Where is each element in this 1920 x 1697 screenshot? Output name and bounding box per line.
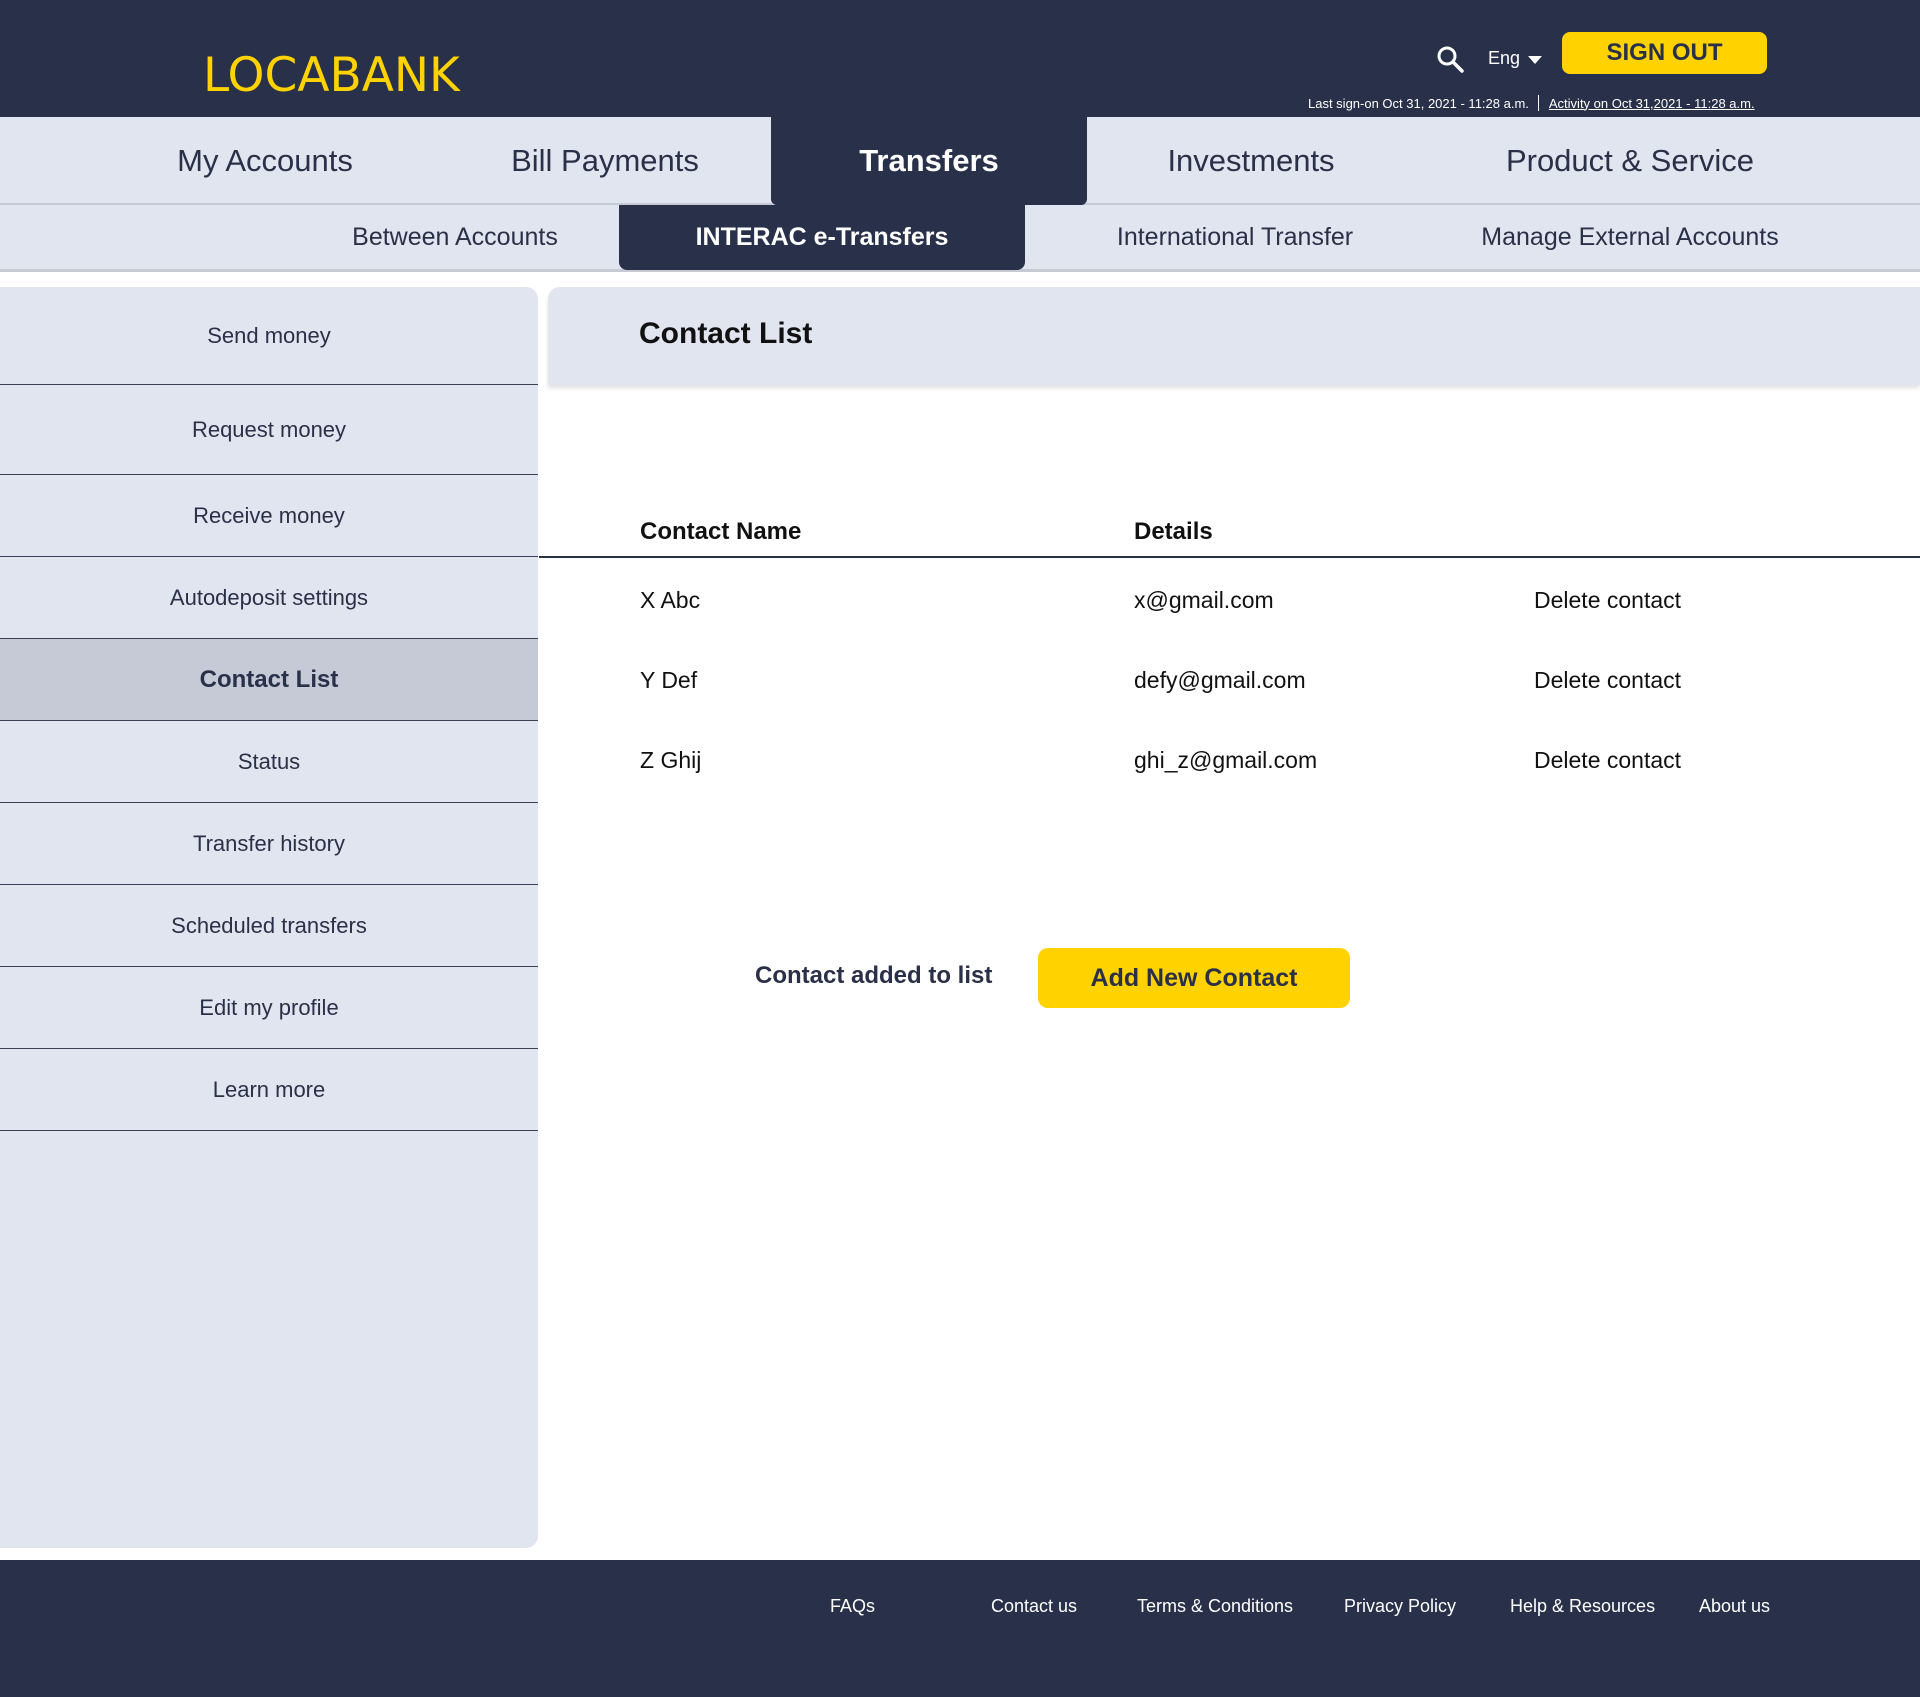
sub-nav: Between Accounts INTERAC e-Transfers Int… bbox=[0, 205, 1920, 272]
tab-bill-payments[interactable]: Bill Payments bbox=[440, 117, 770, 205]
sidebar-item-learn-more[interactable]: Learn more bbox=[0, 1049, 538, 1131]
bank-logo[interactable]: LOCABANK bbox=[203, 48, 460, 103]
divider bbox=[1537, 95, 1539, 111]
sign-out-button[interactable]: SIGN OUT bbox=[1562, 32, 1767, 74]
contact-details-cell: defy@gmail.com bbox=[1134, 667, 1306, 693]
sidebar-item-contact-list[interactable]: Contact List bbox=[0, 639, 538, 721]
footer-link-contact-us[interactable]: Contact us bbox=[991, 1596, 1077, 1617]
add-new-contact-button[interactable]: Add New Contact bbox=[1038, 948, 1350, 1008]
page: LOCABANK Eng SIGN OUT Last sign-on Oct 3… bbox=[0, 0, 1920, 1697]
sidebar-item-edit-my-profile[interactable]: Edit my profile bbox=[0, 967, 538, 1049]
subtab-interac-e-transfers[interactable]: INTERAC e-Transfers bbox=[619, 205, 1025, 270]
contact-name-cell: Y Def bbox=[640, 667, 698, 693]
main-nav: My Accounts Bill Payments Transfers Inve… bbox=[0, 117, 1920, 205]
footer-link-terms-conditions[interactable]: Terms & Conditions bbox=[1137, 1596, 1293, 1617]
footer-link-faqs[interactable]: FAQs bbox=[830, 1596, 875, 1617]
column-header-details: Details bbox=[1134, 518, 1213, 545]
column-header-contact-name: Contact Name bbox=[640, 518, 802, 545]
sidebar: Send money Request money Receive money A… bbox=[0, 287, 538, 1548]
page-title: Contact List bbox=[639, 317, 813, 350]
delete-contact-button[interactable]: Delete contact bbox=[1534, 587, 1681, 614]
tab-product-service[interactable]: Product & Service bbox=[1450, 117, 1810, 205]
language-label: Eng bbox=[1488, 48, 1521, 68]
sidebar-item-status[interactable]: Status bbox=[0, 721, 538, 803]
search-icon[interactable] bbox=[1435, 44, 1465, 74]
contact-details-cell: ghi_z@gmail.com bbox=[1134, 747, 1318, 773]
sidebar-item-transfer-history[interactable]: Transfer history bbox=[0, 803, 538, 885]
tab-investments[interactable]: Investments bbox=[1100, 117, 1402, 205]
footer-link-privacy-policy[interactable]: Privacy Policy bbox=[1344, 1596, 1456, 1617]
status-message: Contact added to list bbox=[755, 962, 993, 989]
sidebar-item-autodeposit-settings[interactable]: Autodeposit settings bbox=[0, 557, 538, 639]
subtab-between-accounts[interactable]: Between Accounts bbox=[300, 205, 610, 269]
content-header: Contact List bbox=[548, 287, 1920, 385]
last-sign-on-text: Last sign-on Oct 31, 2021 - 11:28 a.m. bbox=[1308, 95, 1529, 111]
footer: FAQs Contact us Terms & Conditions Priva… bbox=[0, 1560, 1920, 1697]
contact-name-cell: Z Ghij bbox=[640, 747, 702, 773]
activity-link[interactable]: Activity on Oct 31,2021 - 11:28 a.m. bbox=[1549, 96, 1755, 111]
sidebar-item-scheduled-transfers[interactable]: Scheduled transfers bbox=[0, 885, 538, 967]
sidebar-item-send-money[interactable]: Send money bbox=[0, 287, 538, 385]
tab-transfers[interactable]: Transfers bbox=[771, 117, 1087, 205]
delete-contact-button[interactable]: Delete contact bbox=[1534, 747, 1681, 774]
sidebar-item-receive-money[interactable]: Receive money bbox=[0, 475, 538, 557]
sidebar-item-request-money[interactable]: Request money bbox=[0, 385, 538, 475]
tab-my-accounts[interactable]: My Accounts bbox=[100, 117, 430, 205]
footer-link-about-us[interactable]: About us bbox=[1699, 1596, 1770, 1617]
language-select[interactable]: Eng bbox=[1488, 48, 1543, 69]
contact-details-cell: x@gmail.com bbox=[1134, 587, 1274, 613]
delete-contact-button[interactable]: Delete contact bbox=[1534, 667, 1681, 694]
footer-link-help-resources[interactable]: Help & Resources bbox=[1510, 1596, 1655, 1617]
contact-name-cell: X Abc bbox=[640, 587, 701, 613]
subtab-international-transfer[interactable]: International Transfer bbox=[1060, 205, 1410, 269]
table-divider bbox=[539, 556, 1920, 558]
top-header: LOCABANK Eng SIGN OUT Last sign-on Oct 3… bbox=[0, 0, 1920, 117]
last-sign-on-info: Last sign-on Oct 31, 2021 - 11:28 a.m. A… bbox=[1308, 95, 1755, 111]
chevron-down-icon bbox=[1528, 55, 1543, 64]
subtab-manage-external-accounts[interactable]: Manage External Accounts bbox=[1460, 205, 1800, 269]
